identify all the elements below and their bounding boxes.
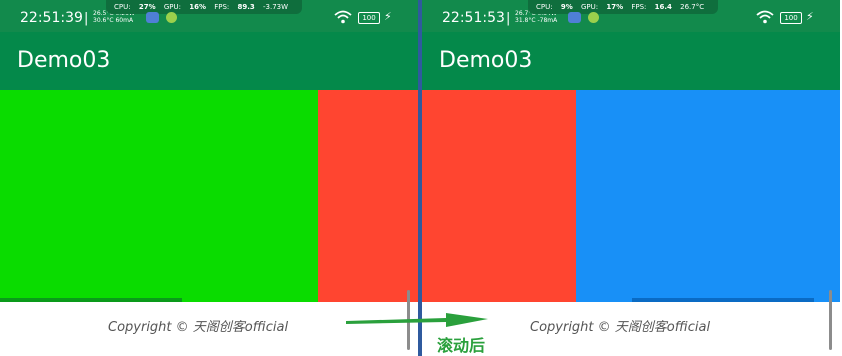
app-title: Demo03 — [17, 48, 111, 73]
charging-icon: ⚡ — [806, 10, 814, 23]
power-2: 60mA — [115, 17, 134, 24]
app-title: Demo03 — [439, 48, 533, 73]
copyright-text: Copyright © 天阁创客official — [530, 320, 711, 335]
notification-android-icon — [588, 12, 599, 23]
phone-screen-after: 22:51:53 | 26.7°C 0.34W 31.8°C -78mA CPU… — [422, 0, 840, 356]
status-bar: 22:51:53 | 26.7°C 0.34W 31.8°C -78mA CPU… — [422, 0, 840, 32]
status-separator: | — [506, 11, 511, 26]
wifi-icon — [756, 10, 774, 24]
after-scroll-caption: 滚动后 — [437, 336, 486, 355]
phone-screen-before: 22:51:39 | 26.5°C 0.26W 30.6°C 60mA CPU:… — [0, 0, 418, 356]
perf-extra: 26.7°C — [680, 3, 705, 11]
horizontal-pager[interactable] — [422, 90, 840, 302]
scroll-arrow-annotation — [346, 313, 488, 327]
gpu-usage: 17% — [606, 3, 624, 11]
perf-overlay: CPU: 27% GPU: 16% FPS: 89.3 -3.73W — [106, 0, 303, 14]
fps-value: 89.3 — [237, 3, 255, 11]
fps-value: 16.4 — [654, 3, 672, 11]
pager-page-blue[interactable] — [576, 90, 840, 302]
copyright-text: Copyright © 天阁创客official — [108, 320, 289, 335]
notification-android-icon — [166, 12, 177, 23]
wifi-icon — [334, 10, 352, 24]
notification-app-icon — [568, 12, 581, 23]
temp-2: 31.8°C — [515, 17, 536, 24]
cpu-usage: 9% — [560, 3, 573, 11]
perf-overlay: CPU: 9% GPU: 17% FPS: 16.4 26.7°C — [528, 0, 719, 14]
status-time: 22:51:53 — [442, 10, 505, 26]
pager-page-red[interactable] — [422, 90, 576, 302]
pager-page-red[interactable] — [318, 90, 418, 302]
status-separator: | — [84, 11, 89, 26]
vertical-scrollbar[interactable] — [829, 290, 832, 350]
pager-page-green[interactable] — [0, 90, 318, 302]
gpu-usage: 16% — [189, 3, 206, 11]
cpu-usage: 27% — [138, 3, 156, 11]
battery-icon: 100 — [358, 12, 380, 24]
horizontal-pager[interactable] — [0, 90, 418, 302]
temp-2: 30.6°C — [93, 17, 114, 24]
notification-app-icon — [146, 12, 159, 23]
power-2: -78mA — [537, 17, 558, 24]
charging-icon: ⚡ — [384, 10, 392, 23]
battery-icon: 100 — [780, 12, 802, 24]
perf-extra: -3.73W — [263, 3, 289, 11]
status-bar: 22:51:39 | 26.5°C 0.26W 30.6°C 60mA CPU:… — [0, 0, 418, 32]
status-time: 22:51:39 — [20, 10, 83, 26]
